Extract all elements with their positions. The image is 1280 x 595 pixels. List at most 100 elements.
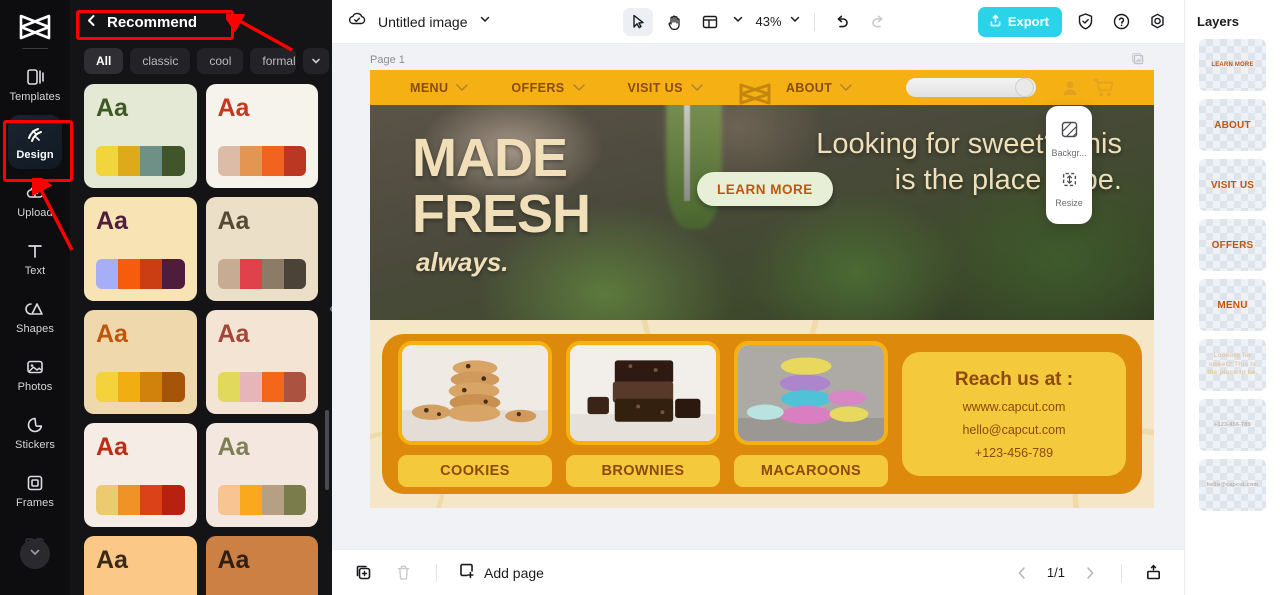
design-nav-about[interactable]: ABOUT xyxy=(786,81,853,95)
export-button[interactable]: Export xyxy=(977,6,1062,37)
cart-icon[interactable] xyxy=(1093,78,1115,103)
palette-card[interactable]: Aa xyxy=(205,536,318,595)
palette-swatch xyxy=(118,259,141,289)
zoom-chevron-down-icon[interactable] xyxy=(788,12,802,31)
design-navbar: MENU OFFERS VISIT US ABOUT xyxy=(370,70,1154,118)
hero-piping-tip xyxy=(684,105,690,201)
undo-button[interactable] xyxy=(827,8,857,36)
layer-item[interactable]: Looking for sweet? This is the place to … xyxy=(1199,339,1266,391)
zoom-level-value: 43% xyxy=(755,14,782,29)
hero-line-1: MADE xyxy=(412,128,568,188)
layer-item-label: ABOUT xyxy=(1214,119,1251,131)
cookies-photo xyxy=(402,345,548,441)
resize-button[interactable]: Resize xyxy=(1046,165,1092,215)
sidebar-item-shapes[interactable]: Shapes xyxy=(8,289,62,343)
layout-tool-button[interactable] xyxy=(695,8,725,36)
palette-card[interactable]: Aa xyxy=(84,84,197,188)
design-nav-label: MENU xyxy=(410,80,449,95)
hand-tool-button[interactable] xyxy=(659,8,689,36)
macaroons-photo xyxy=(738,345,884,441)
layer-item[interactable]: hello@capcut.com xyxy=(1199,459,1266,511)
palette-card[interactable]: Aa xyxy=(205,197,318,301)
document-title[interactable]: Untitled image xyxy=(378,14,468,30)
palette-card[interactable]: Aa xyxy=(84,197,197,301)
user-icon[interactable] xyxy=(1060,78,1080,103)
cloud-saved-icon xyxy=(346,8,368,35)
layer-item[interactable]: OFFERS xyxy=(1199,219,1266,271)
sidebar-label: Shapes xyxy=(16,322,54,335)
chip-cool[interactable]: cool xyxy=(197,48,244,74)
chip-formal[interactable]: formal xyxy=(250,48,297,74)
chevron-down-icon[interactable] xyxy=(303,48,330,74)
layer-item[interactable]: VISIT US xyxy=(1199,159,1266,211)
next-page-button[interactable] xyxy=(1077,560,1103,586)
palette-swatch-strip xyxy=(96,259,185,289)
chevron-down-icon[interactable] xyxy=(478,12,492,31)
palette-card[interactable]: Aa xyxy=(205,84,318,188)
palette-sample-text: Aa xyxy=(96,546,128,574)
capcut-logo-icon[interactable] xyxy=(15,12,55,42)
trash-icon[interactable] xyxy=(390,560,416,586)
hero-line-2: FRESH xyxy=(412,184,591,244)
design-search-input[interactable] xyxy=(906,78,1036,97)
panel-scrollbar[interactable] xyxy=(325,410,329,490)
sidebar-item-upload[interactable]: Upload xyxy=(8,173,62,227)
palette-card[interactable]: Aa xyxy=(205,423,318,527)
chip-classic[interactable]: classic xyxy=(130,48,191,74)
redo-button[interactable] xyxy=(863,8,893,36)
sidebar-label: Stickers xyxy=(15,438,55,451)
present-button[interactable] xyxy=(1140,560,1166,586)
palette-swatch xyxy=(283,485,306,515)
sidebar-label: Frames xyxy=(16,496,54,509)
prev-page-button[interactable] xyxy=(1009,560,1035,586)
layer-item[interactable]: ABOUT xyxy=(1199,99,1266,151)
palette-card[interactable]: Aa xyxy=(205,310,318,414)
shield-icon[interactable] xyxy=(1072,9,1098,35)
palette-card[interactable]: Aa xyxy=(84,423,197,527)
canvas-area[interactable]: Page 1 MENU OFFERS VISIT US ABOUT MADE F… xyxy=(332,44,1184,549)
sidebar-item-design[interactable]: Design xyxy=(8,115,62,169)
page-thumbnail-icon[interactable] xyxy=(1131,52,1146,72)
palette-swatch-strip xyxy=(96,372,185,402)
chip-all[interactable]: All xyxy=(84,48,124,74)
palette-swatch xyxy=(96,259,119,289)
layers-title: Layers xyxy=(1197,14,1239,29)
panel-header: Recommend xyxy=(70,0,332,44)
resize-icon xyxy=(1060,170,1079,194)
sidebar-item-frames[interactable]: Frames xyxy=(8,463,62,517)
chevron-left-icon xyxy=(1018,566,1025,579)
product-cookies[interactable]: COOKIES xyxy=(398,341,552,487)
palette-swatch-strip xyxy=(217,259,306,289)
sidebar-more-button[interactable] xyxy=(20,539,50,569)
duplicate-page-icon[interactable] xyxy=(350,560,376,586)
design-nav-visit-us[interactable]: VISIT US xyxy=(628,81,704,95)
palette-swatch xyxy=(261,372,284,402)
layer-item[interactable]: LEARN MORE xyxy=(1199,39,1266,91)
design-nav-offers[interactable]: OFFERS xyxy=(511,81,585,95)
chevron-down-icon[interactable] xyxy=(731,12,745,31)
palette-sample-text: Aa xyxy=(217,433,250,461)
add-page-button[interactable]: Add page xyxy=(457,561,544,585)
panel-collapse-handle[interactable] xyxy=(325,286,332,332)
background-button[interactable]: Backgr... xyxy=(1046,115,1092,165)
stickers-icon xyxy=(24,414,46,436)
design-artboard[interactable]: MENU OFFERS VISIT US ABOUT MADE FRESH al… xyxy=(370,70,1154,508)
layer-item[interactable]: +123-456-789 xyxy=(1199,399,1266,451)
question-circle-icon[interactable] xyxy=(1108,9,1134,35)
sidebar-item-templates[interactable]: Templates xyxy=(8,57,62,111)
sidebar-item-text[interactable]: Text xyxy=(8,231,62,285)
design-nav-menu[interactable]: MENU xyxy=(410,81,469,95)
palette-card[interactable]: Aa xyxy=(84,310,197,414)
product-macaroons[interactable]: MACAROONS xyxy=(734,341,888,487)
gear-icon[interactable] xyxy=(1144,9,1170,35)
sidebar-item-photos[interactable]: Photos xyxy=(8,347,62,401)
layer-item[interactable]: MENU xyxy=(1199,279,1266,331)
chevron-left-icon[interactable] xyxy=(84,13,99,32)
select-tool-button[interactable] xyxy=(623,7,654,36)
product-brownies[interactable]: BROWNIES xyxy=(566,341,720,487)
background-icon xyxy=(1060,120,1079,144)
palette-swatch xyxy=(162,372,185,402)
palette-card[interactable]: Aa xyxy=(84,536,197,595)
sidebar-item-stickers[interactable]: Stickers xyxy=(8,405,62,459)
palette-swatch-strip xyxy=(96,146,185,176)
